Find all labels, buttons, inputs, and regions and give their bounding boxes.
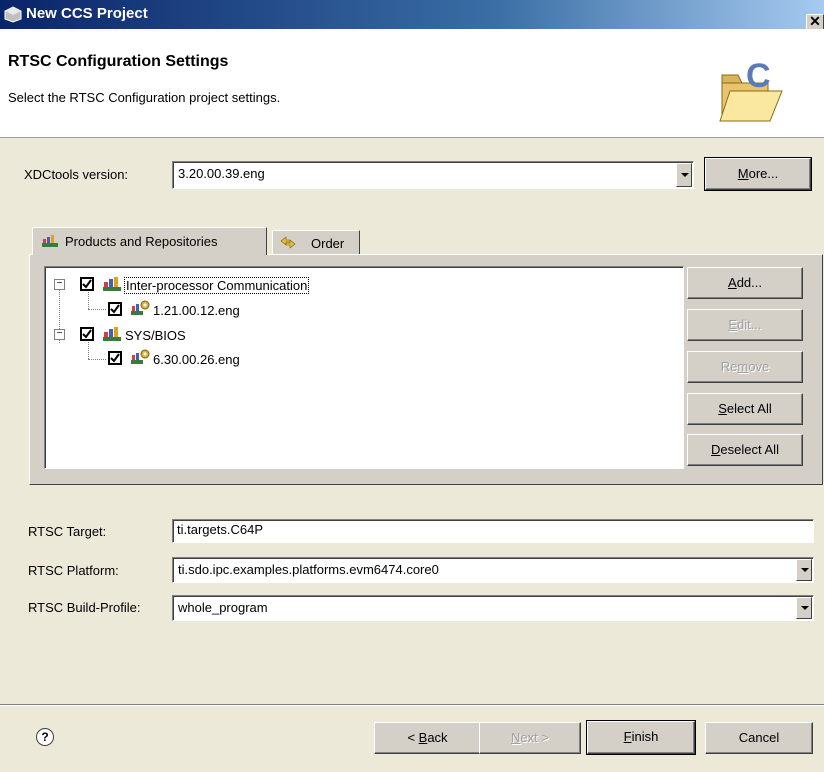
svg-text:C: C <box>746 57 771 95</box>
page-title: RTSC Configuration Settings <box>8 53 229 70</box>
help-icon[interactable]: ? <box>36 728 54 746</box>
close-button[interactable]: ✕ <box>806 14 824 30</box>
chevron-down-icon[interactable] <box>796 559 812 581</box>
product-books-icon <box>103 277 121 291</box>
edit-button[interactable]: Edit... <box>687 309 803 341</box>
rtsc-build-profile-label: RTSC Build-Profile: <box>28 600 141 615</box>
rtsc-target-input[interactable]: ti.targets.C64P <box>172 519 814 543</box>
tab-order-label: Order <box>311 236 345 251</box>
tab-products-and-repositories[interactable]: Products and Repositories <box>32 227 267 255</box>
chevron-down-icon[interactable] <box>796 597 812 619</box>
product-books-icon <box>103 327 121 341</box>
new-ccs-project-dialog: New CCS Project ✕ RTSC Configuration Set… <box>0 0 824 772</box>
tree-item-sysbios[interactable]: − SYS/BIOS <box>45 325 645 345</box>
footer-separator <box>0 704 824 706</box>
remove-button[interactable]: Remove <box>687 351 803 383</box>
tab-products-label: Products and Repositories <box>65 234 218 249</box>
rtsc-platform-value: ti.sdo.ipc.examples.platforms.evm6474.co… <box>178 562 439 577</box>
more-button[interactable]: More... <box>705 158 811 190</box>
wizard-header: RTSC Configuration Settings Select the R… <box>0 29 824 138</box>
rtsc-platform-label: RTSC Platform: <box>28 563 119 578</box>
cancel-button[interactable]: Cancel <box>705 722 813 754</box>
collapse-icon[interactable]: − <box>54 329 65 340</box>
close-icon: ✕ <box>809 13 821 29</box>
tree-item-sysbios-version[interactable]: 6.30.00.26.eng <box>45 349 645 369</box>
tree-checkbox-sysbios-version[interactable] <box>108 351 122 365</box>
repository-icon <box>42 235 58 247</box>
ccs-app-icon <box>4 6 22 23</box>
tree-label-ipc: Inter-processor Communication <box>124 277 310 294</box>
tree-label-sysbios-version: 6.30.00.26.eng <box>153 352 240 367</box>
tree-checkbox-sysbios[interactable] <box>80 327 94 341</box>
rtsc-platform-select[interactable]: ti.sdo.ipc.examples.platforms.evm6474.co… <box>172 557 814 583</box>
chevron-down-icon[interactable] <box>676 163 692 187</box>
deselect-all-button[interactable]: Deselect All <box>687 434 803 466</box>
page-description: Select the RTSC Configuration project se… <box>8 90 281 105</box>
version-gear-icon <box>131 300 150 315</box>
tree-label-ipc-version: 1.21.00.12.eng <box>153 303 240 318</box>
collapse-icon[interactable]: − <box>54 279 65 290</box>
xdctools-version-value: 3.20.00.39.eng <box>178 166 265 181</box>
products-tree[interactable]: − Inter-processor Communication 1.21.00.… <box>44 266 684 469</box>
tree-item-ipc[interactable]: − Inter-processor Communication <box>45 275 645 295</box>
rtsc-target-label: RTSC Target: <box>28 524 107 539</box>
xdctools-version-label: XDCtools version: <box>24 167 129 182</box>
back-button[interactable]: < Back <box>374 722 481 754</box>
tree-checkbox-ipc-version[interactable] <box>108 302 122 316</box>
tab-order[interactable]: Order <box>272 230 360 254</box>
finish-button[interactable]: Finish <box>587 721 695 754</box>
title-bar[interactable]: New CCS Project ✕ <box>0 0 824 30</box>
order-arrows-icon <box>280 236 296 249</box>
window-title: New CCS Project <box>26 5 148 22</box>
rtsc-build-profile-value: whole_program <box>178 600 268 615</box>
add-button[interactable]: Add... <box>687 267 803 299</box>
rtsc-build-profile-select[interactable]: whole_program <box>172 595 814 621</box>
next-button[interactable]: Next > <box>479 722 581 754</box>
xdctools-version-select[interactable]: 3.20.00.39.eng <box>172 161 694 189</box>
tree-checkbox-ipc[interactable] <box>80 277 94 291</box>
tree-item-ipc-version[interactable]: 1.21.00.12.eng <box>45 300 645 320</box>
select-all-button[interactable]: Select All <box>687 393 803 425</box>
tree-label-sysbios: SYS/BIOS <box>125 328 186 343</box>
version-gear-icon <box>131 349 150 364</box>
folder-c-banner-icon: C <box>719 57 783 122</box>
